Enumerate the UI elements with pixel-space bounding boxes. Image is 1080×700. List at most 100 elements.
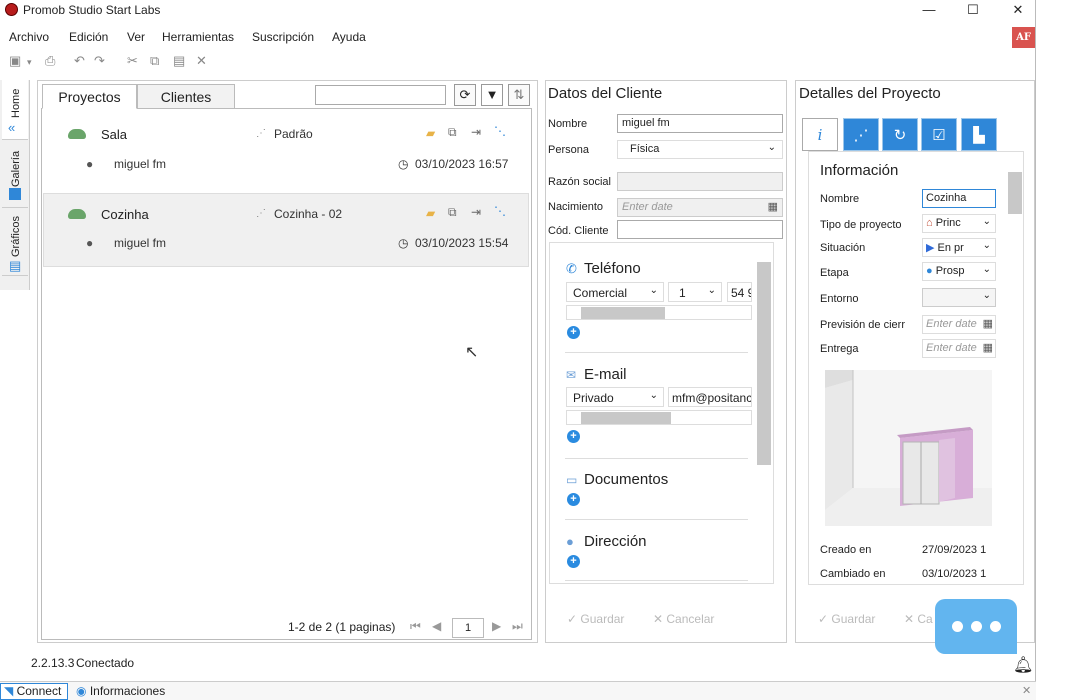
share-icon[interactable]: ⋱ xyxy=(494,204,506,218)
share-icon[interactable]: ⋱ xyxy=(494,124,506,138)
email-type-select[interactable]: Privado ⌄ xyxy=(566,387,664,407)
menu-edicion[interactable]: Edición xyxy=(69,30,108,44)
project-save-button[interactable]: ✓ Guardar xyxy=(818,612,875,626)
minimize-button[interactable]: — xyxy=(906,0,952,20)
next-page-icon[interactable]: ▶ xyxy=(492,619,501,633)
email-scrollbar[interactable] xyxy=(566,410,752,425)
telefono-number-field[interactable]: 54 9 xyxy=(727,282,752,302)
menu-ayuda[interactable]: Ayuda xyxy=(332,30,366,44)
side-tab-galeria[interactable]: Galería xyxy=(2,142,28,208)
checklist-tab[interactable]: ☑ xyxy=(921,118,957,151)
production-tab[interactable]: ▙ xyxy=(961,118,997,151)
house-icon: ⌂ xyxy=(926,217,933,229)
sort-button[interactable]: ⇅ xyxy=(508,84,530,106)
add-direccion-icon[interactable]: + xyxy=(567,555,580,568)
entrega-field[interactable]: Enter date ▦ xyxy=(922,339,996,358)
project-owner: miguel fm xyxy=(114,157,167,171)
info-tab[interactable]: i xyxy=(802,118,838,151)
copy-icon[interactable]: ⧉ xyxy=(150,53,159,69)
home-icon: « xyxy=(8,120,16,135)
window-title: Promob Studio Start Labs xyxy=(23,3,161,17)
creado-value: 27/09/2023 1 xyxy=(922,544,987,556)
print-icon[interactable]: ⎙ xyxy=(45,53,55,69)
maximize-button[interactable]: ☐ xyxy=(950,0,996,20)
project-preview-image[interactable] xyxy=(825,370,992,526)
open-folder-icon[interactable]: ▰ xyxy=(426,206,435,220)
persona-select[interactable]: Física ⌄ xyxy=(617,140,783,159)
connection-status: Conectado xyxy=(76,656,135,670)
connect-tab[interactable]: ◥ Connect xyxy=(0,683,68,700)
save-icon[interactable]: ▣ xyxy=(9,53,21,69)
razon-social-field[interactable] xyxy=(617,172,783,191)
tab-proyectos[interactable]: Proyectos xyxy=(42,84,137,109)
table-row[interactable]: Cozinha ⋰ Cozinha - 02 ▰ ⧉ ⇥ ⋱ ● miguel … xyxy=(43,193,529,267)
table-row[interactable]: Sala ⋰ Padrão ▰ ⧉ ⇥ ⋱ ● miguel fm ◷ 03/1… xyxy=(43,114,529,188)
page-number-input[interactable]: 1 xyxy=(452,618,484,638)
undo-icon[interactable]: ↶ xyxy=(74,53,85,69)
delete-icon[interactable]: ✕ xyxy=(196,53,207,69)
telefono-scrollbar[interactable] xyxy=(566,305,752,320)
environments-tab[interactable]: ⋰ xyxy=(843,118,879,151)
email-field[interactable]: mfm@positanc xyxy=(668,387,752,407)
detail-panel-title: Detalles del Proyecto xyxy=(799,85,941,102)
paste-icon[interactable]: ▤ xyxy=(173,53,185,69)
calendar-icon[interactable]: ▦ xyxy=(982,317,993,330)
add-telefono-icon[interactable]: + xyxy=(567,326,580,339)
close-icon[interactable]: ✕ xyxy=(1022,684,1031,697)
client-cancel-button[interactable]: ✕ Cancelar xyxy=(653,612,714,626)
tab-clientes[interactable]: Clientes xyxy=(137,84,235,109)
open-folder-icon[interactable]: ▰ xyxy=(426,126,435,140)
duplicate-icon[interactable]: ⧉ xyxy=(448,205,457,220)
user-avatar[interactable]: AF xyxy=(1012,27,1035,48)
cut-icon[interactable]: ✂ xyxy=(127,53,138,69)
export-icon[interactable]: ⇥ xyxy=(471,125,481,139)
history-tab[interactable]: ↻ xyxy=(882,118,918,151)
calendar-icon[interactable]: ▦ xyxy=(982,341,993,354)
save-dropdown-icon[interactable]: ▾ xyxy=(27,57,32,68)
side-tab-graficos[interactable]: Gráficos ▤ xyxy=(2,210,28,276)
telefono-type-select[interactable]: Comercial ⌄ xyxy=(566,282,664,302)
client-save-button[interactable]: ✓ Guardar xyxy=(567,612,624,626)
refresh-button[interactable]: ⟳ xyxy=(454,84,476,106)
chat-dot xyxy=(952,621,963,632)
menu-ver[interactable]: Ver xyxy=(127,30,145,44)
chevron-down-icon: ⌄ xyxy=(707,285,716,296)
telefono-code-select[interactable]: 1 ⌄ xyxy=(668,282,722,302)
search-input[interactable] xyxy=(315,85,446,105)
project-cancel-button[interactable]: ✕ Ca xyxy=(904,612,933,626)
last-page-icon[interactable]: ⏭ xyxy=(512,619,523,634)
tipo-proyecto-select[interactable]: ⌂ Princ ⌄ xyxy=(922,214,996,233)
razon-social-label: Razón social xyxy=(548,176,611,188)
contact-scrollbar[interactable] xyxy=(757,262,771,465)
menu-herramientas[interactable]: Herramientas xyxy=(162,30,234,44)
informaciones-tab[interactable]: ◉ Informaciones xyxy=(76,684,165,698)
calendar-icon[interactable]: ▦ xyxy=(768,200,778,213)
add-email-icon[interactable]: + xyxy=(567,430,580,443)
prevision-field[interactable]: Enter date ▦ xyxy=(922,315,996,334)
menu-suscripcion[interactable]: Suscripción xyxy=(252,30,314,44)
etapa-select[interactable]: ● Prosp ⌄ xyxy=(922,262,996,281)
user-icon: ● xyxy=(86,157,94,171)
side-tab-home[interactable]: Home « xyxy=(2,80,28,140)
entorno-select[interactable]: ⌄ xyxy=(922,288,996,307)
menu-archivo[interactable]: Archivo xyxy=(9,30,49,44)
version-text: 2.2.13.3 xyxy=(31,656,75,670)
close-button[interactable]: ✕ xyxy=(995,0,1041,20)
chat-button[interactable] xyxy=(935,599,1017,654)
bell-icon[interactable]: 🔔︎ xyxy=(1013,655,1033,675)
prev-page-icon[interactable]: ◀ xyxy=(432,619,441,633)
export-icon[interactable]: ⇥ xyxy=(471,205,481,219)
nacimiento-field[interactable]: Enter date ▦ xyxy=(617,198,783,217)
project-name: Cozinha xyxy=(101,207,149,222)
situacion-select[interactable]: ▶ En pr ⌄ xyxy=(922,238,996,257)
filter-button[interactable]: ▼ xyxy=(481,84,503,106)
creado-label: Creado en xyxy=(820,544,872,556)
redo-icon[interactable]: ↷ xyxy=(94,53,105,69)
nombre-field[interactable]: miguel fm xyxy=(617,114,783,133)
add-documento-icon[interactable]: + xyxy=(567,493,580,506)
codigo-cliente-field[interactable] xyxy=(617,220,783,239)
duplicate-icon[interactable]: ⧉ xyxy=(448,125,457,140)
project-nombre-field[interactable]: Cozinha xyxy=(922,189,996,208)
first-page-icon[interactable]: ⏮ xyxy=(410,619,421,634)
info-scrollbar[interactable] xyxy=(1008,172,1022,214)
